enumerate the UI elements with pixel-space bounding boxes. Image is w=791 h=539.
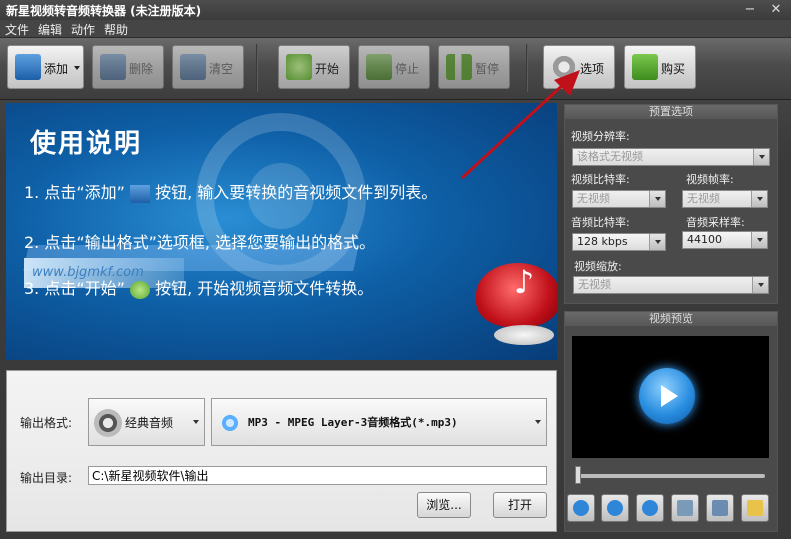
toolbar-divider	[256, 44, 258, 92]
audio-bitrate-label: 音频比特率:	[571, 216, 630, 229]
menu-edit[interactable]: 编辑	[38, 21, 62, 38]
open-folder-button[interactable]	[741, 494, 769, 522]
film-add-icon	[130, 184, 151, 203]
output-settings-area	[6, 370, 557, 532]
buy-button[interactable]: 购买	[624, 45, 696, 89]
options-button[interactable]: 选项	[543, 45, 615, 89]
video-resolution-label: 视频分辨率:	[571, 130, 630, 143]
instructions-heading: 使用说明	[30, 129, 143, 159]
play-icon[interactable]	[639, 368, 695, 424]
chevron-down-icon[interactable]	[649, 234, 665, 250]
menu-action[interactable]: 动作	[71, 21, 95, 38]
speaker-icon	[677, 500, 693, 516]
menu-bar: 文件 编辑 动作 帮助	[0, 20, 791, 38]
video-preview-screen	[572, 336, 769, 458]
folder-icon	[747, 500, 763, 516]
menu-file[interactable]: 文件	[5, 21, 29, 38]
cart-icon	[632, 54, 658, 80]
instructions-banner: 使用说明 1. 点击“添加” 按钮, 输入要转换的音视频文件到列表。 2. 点击…	[6, 103, 557, 360]
pause-icon	[446, 54, 472, 80]
browse-button[interactable]: 浏览...	[417, 492, 471, 518]
start-button[interactable]: 开始	[278, 45, 350, 89]
remove-button[interactable]: 删除	[92, 45, 164, 89]
menu-help[interactable]: 帮助	[104, 21, 128, 38]
pause-preview-button[interactable]	[601, 494, 629, 522]
play-button[interactable]	[567, 494, 595, 522]
headphones-icon	[94, 409, 122, 437]
preset-options-title: 预置选项	[565, 105, 777, 119]
chevron-down-icon[interactable]	[751, 232, 767, 248]
video-framerate-select[interactable]: 无视频	[682, 190, 768, 208]
pause-button[interactable]: 暂停	[438, 45, 510, 89]
seek-thumb[interactable]	[575, 466, 581, 484]
pause-icon	[607, 500, 623, 516]
chevron-down-icon[interactable]	[193, 420, 199, 424]
add-button[interactable]: 添加	[7, 45, 84, 89]
play-icon	[573, 500, 589, 516]
clear-button[interactable]: 清空	[172, 45, 244, 89]
chevron-down-icon[interactable]	[74, 66, 80, 70]
audio-wave-icon	[216, 409, 244, 437]
title-bar: 新星视频转音频转换器 (未注册版本) − ✕	[0, 0, 791, 20]
disc-icon	[494, 325, 554, 345]
window-title: 新星视频转音频转换器 (未注册版本)	[6, 4, 202, 18]
video-scale-label: 视频缩放:	[574, 260, 622, 273]
refresh-icon	[130, 280, 151, 299]
film-add-icon	[15, 54, 41, 80]
minimize-button[interactable]: −	[737, 0, 763, 20]
snapshot-button[interactable]	[706, 494, 734, 522]
instruction-line-3: 3. 点击“开始” 按钮, 开始视频音频文件转换。	[24, 279, 374, 299]
stop-button[interactable]: 停止	[358, 45, 430, 89]
film-remove-icon	[100, 54, 126, 80]
output-dir-label: 输出目录:	[20, 471, 73, 485]
toolbar-divider	[526, 44, 528, 92]
refresh-icon	[286, 54, 312, 80]
output-format-select[interactable]: MP3 - MPEG Layer-3音频格式(*.mp3)	[211, 398, 547, 446]
video-framerate-label: 视频帧率:	[686, 173, 734, 186]
chevron-down-icon[interactable]	[753, 149, 769, 165]
video-bitrate-select[interactable]: 无视频	[572, 190, 666, 208]
camera-icon	[712, 500, 728, 516]
audio-samplerate-select[interactable]: 44100	[682, 231, 768, 249]
stop-icon	[642, 500, 658, 516]
toolbar: 添加 删除 清空 开始 停止 暂停 选项 购买	[0, 38, 791, 100]
open-button[interactable]: 打开	[493, 492, 547, 518]
music-note-icon: ♪	[513, 263, 535, 301]
stop-icon	[366, 54, 392, 80]
video-preview-title: 视频预览	[565, 312, 777, 326]
chevron-down-icon[interactable]	[535, 420, 541, 424]
video-bitrate-label: 视频比特率:	[571, 173, 630, 186]
stop-preview-button[interactable]	[636, 494, 664, 522]
video-resolution-select[interactable]: 该格式无视频	[572, 148, 770, 166]
instruction-line-1: 1. 点击“添加” 按钮, 输入要转换的音视频文件到列表。	[24, 183, 438, 203]
chevron-down-icon[interactable]	[752, 277, 768, 293]
chevron-down-icon[interactable]	[751, 191, 767, 207]
close-button[interactable]: ✕	[763, 0, 789, 20]
seek-bar[interactable]	[575, 474, 765, 478]
audio-bitrate-select[interactable]: 128 kbps	[572, 233, 666, 251]
volume-button[interactable]	[671, 494, 699, 522]
film-clear-icon	[180, 54, 206, 80]
instruction-line-2: 2. 点击“输出格式”选项框, 选择您要输出的格式。	[24, 233, 376, 252]
chevron-down-icon[interactable]	[649, 191, 665, 207]
audio-samplerate-label: 音频采样率:	[686, 216, 745, 229]
output-category-select[interactable]: 经典音频	[88, 398, 205, 446]
video-scale-select[interactable]: 无视频	[573, 276, 769, 294]
output-format-label: 输出格式:	[20, 416, 73, 430]
app-window: 新星视频转音频转换器 (未注册版本) − ✕ 文件 编辑 动作 帮助 添加 删除…	[0, 0, 791, 539]
gear-icon	[551, 54, 577, 80]
output-dir-input[interactable]	[88, 466, 547, 485]
